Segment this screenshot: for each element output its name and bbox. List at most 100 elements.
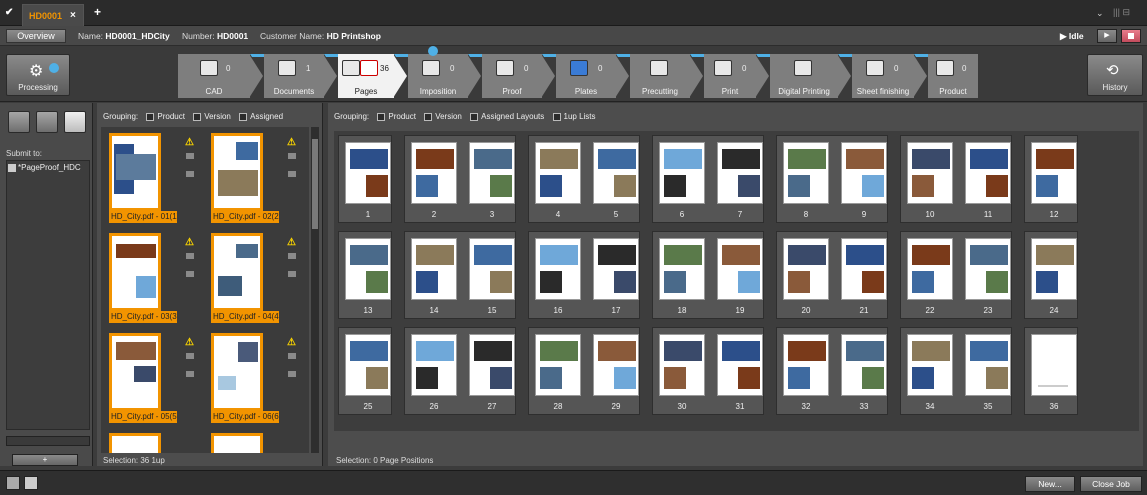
step-product[interactable]: 0 Product (928, 54, 978, 98)
step-plates[interactable]: 0 Plates (556, 54, 616, 98)
submit-icon-3[interactable] (64, 111, 86, 133)
page-spread[interactable]: 14 15 (404, 231, 516, 319)
left-horizontal-scrollbar[interactable] (6, 436, 90, 446)
page-thumbnail[interactable] (841, 334, 887, 396)
page-thumbnail[interactable] (783, 334, 829, 396)
page-thumbnail[interactable] (1031, 142, 1077, 204)
page-thumbnail[interactable] (109, 433, 161, 453)
page-thumbnail[interactable] (411, 142, 457, 204)
page-spread[interactable]: 18 19 (652, 231, 764, 319)
submit-icon-1[interactable] (8, 111, 30, 133)
page-thumbnail[interactable] (659, 238, 705, 300)
page-thumbnail[interactable] (593, 142, 639, 204)
page-spread[interactable]: 12 (1024, 135, 1078, 223)
overview-button[interactable]: Overview (6, 29, 66, 43)
add-target-button[interactable]: + (12, 454, 78, 466)
page-spread[interactable]: 26 27 (404, 327, 516, 415)
page-thumbnail[interactable] (965, 334, 1011, 396)
page-spread[interactable]: 10 11 (900, 135, 1012, 223)
page-thumbnail[interactable] (469, 238, 515, 300)
page-thumbnail[interactable] (469, 334, 515, 396)
window-controls-icon[interactable]: ||| ⊟ (1113, 7, 1143, 19)
page-spread[interactable]: 28 29 (528, 327, 640, 415)
page-thumbnail[interactable] (717, 334, 763, 396)
new-button[interactable]: New... (1025, 476, 1075, 492)
product-checkbox[interactable] (146, 112, 155, 121)
version-checkbox[interactable] (424, 112, 433, 121)
page-spread[interactable]: 24 (1024, 231, 1078, 319)
page-thumbnail[interactable] (907, 334, 953, 396)
page-spread[interactable]: 30 31 (652, 327, 764, 415)
page-spread[interactable]: 89 (776, 135, 888, 223)
page-thumbnail[interactable] (593, 334, 639, 396)
scrollbar-thumb[interactable] (312, 139, 318, 229)
close-tab-icon[interactable]: × (70, 10, 76, 21)
close-job-button[interactable]: Close Job (1080, 476, 1142, 492)
assigned-checkbox[interactable] (239, 112, 248, 121)
step-proof[interactable]: 0 Proof (482, 54, 542, 98)
grid-view-icon[interactable] (24, 476, 38, 490)
page-thumbnail[interactable] (469, 142, 515, 204)
page-thumbnail[interactable] (535, 142, 581, 204)
step-sheet-finishing[interactable]: 0 Sheet finishing (852, 54, 914, 98)
step-print[interactable]: 0 Print (704, 54, 756, 98)
page-thumbnail[interactable] (411, 334, 457, 396)
page-thumbnail[interactable] (841, 142, 887, 204)
product-checkbox[interactable] (377, 112, 386, 121)
page-thumbnail[interactable] (965, 238, 1011, 300)
page-thumbnail[interactable] (593, 238, 639, 300)
page-thumbnail[interactable] (717, 142, 763, 204)
step-digital-printing[interactable]: Digital Printing (770, 54, 838, 98)
step-precutting[interactable]: Precutting (630, 54, 690, 98)
page-thumbnail[interactable] (345, 142, 391, 204)
list-view-icon[interactable] (6, 476, 20, 490)
list-item[interactable]: HD_City.pdf - 06(6) ⚠ (205, 331, 305, 429)
page-thumbnail[interactable] (907, 142, 953, 204)
submit-icon-2[interactable] (36, 111, 58, 133)
page-thumbnail[interactable] (211, 433, 263, 453)
page-spread[interactable]: 20 21 (776, 231, 888, 319)
page-spread[interactable]: 13 (338, 231, 392, 319)
version-checkbox[interactable] (193, 112, 202, 121)
page-spread[interactable]: 16 17 (528, 231, 640, 319)
page-spread[interactable]: 34 35 (900, 327, 1012, 415)
page-spread[interactable]: 45 (528, 135, 640, 223)
step-imposition[interactable]: 0 Imposition (408, 46, 468, 98)
page-thumbnail[interactable] (783, 238, 829, 300)
list-item[interactable]: HD_City.pdf - 03(3) ⚠ (103, 231, 203, 329)
step-pages[interactable]: 36 Pages (338, 54, 394, 98)
chevron-down-icon[interactable]: ⌄ (1096, 8, 1104, 19)
page-thumbnail[interactable] (1031, 238, 1077, 300)
page-spread[interactable]: 23 (404, 135, 516, 223)
page-spread[interactable]: 25 (338, 327, 392, 415)
add-tab-button[interactable]: + (94, 5, 101, 19)
stop-button[interactable] (1121, 29, 1141, 43)
page-thumbnail[interactable] (659, 142, 705, 204)
page-spread[interactable]: 67 (652, 135, 764, 223)
page-thumbnail[interactable] (717, 238, 763, 300)
page-thumbnail[interactable] (841, 238, 887, 300)
page-thumbnail[interactable] (659, 334, 705, 396)
page-thumbnail[interactable] (411, 238, 457, 300)
step-documents[interactable]: 1 Documents (264, 54, 324, 98)
page-thumbnail[interactable] (783, 142, 829, 204)
list-item[interactable]: HD_City.pdf - 05(5) ⚠ (103, 331, 203, 429)
page-spread[interactable]: 32 33 (776, 327, 888, 415)
list-item[interactable]: HD_City.pdf - 02(2) ⚠ (205, 131, 305, 229)
page-thumbnail[interactable] (345, 334, 391, 396)
oneup-lists-checkbox[interactable] (552, 112, 561, 121)
page-thumbnail[interactable] (1031, 334, 1077, 396)
assigned-layouts-checkbox[interactable] (470, 112, 479, 121)
job-tab[interactable]: HD0001 × (22, 4, 84, 26)
list-item[interactable]: HD_City.pdf - 04(4) ⚠ (205, 231, 305, 329)
page-thumbnail[interactable] (535, 334, 581, 396)
step-cad[interactable]: 0 CAD (178, 54, 250, 98)
page-thumbnail[interactable] (965, 142, 1011, 204)
page-spread[interactable]: 36 (1024, 327, 1078, 415)
page-thumbnail[interactable] (907, 238, 953, 300)
history-button[interactable]: ⟲ History (1087, 54, 1143, 96)
play-button[interactable]: ▶ (1097, 29, 1117, 43)
document-list-scrollbar[interactable] (311, 127, 319, 453)
submit-target-item[interactable]: *PageProof_HDC (8, 163, 90, 172)
page-thumbnail[interactable] (345, 238, 391, 300)
